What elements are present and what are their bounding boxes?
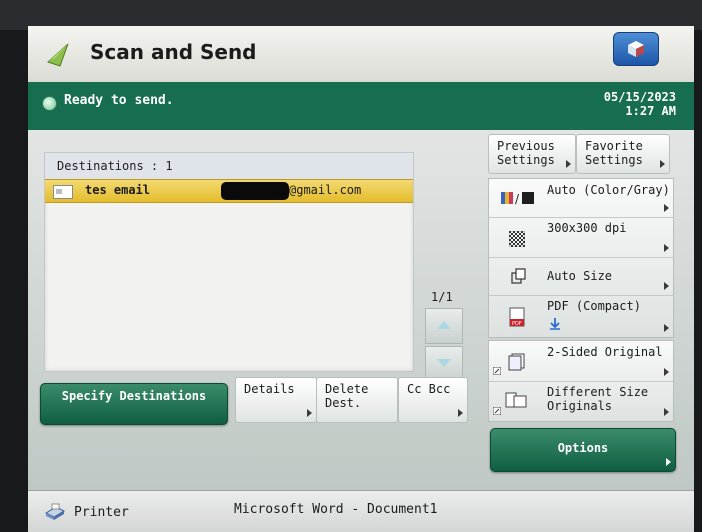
arrow-up-icon bbox=[437, 321, 451, 329]
chevron-right-icon bbox=[664, 408, 669, 416]
email-destination-icon bbox=[53, 185, 73, 199]
chevron-right-icon bbox=[566, 160, 571, 168]
destination-name: tes email bbox=[85, 183, 151, 197]
details-label: Details bbox=[244, 382, 295, 396]
resolution-icon bbox=[509, 231, 525, 247]
favorite-settings-button[interactable]: Favorite Settings bbox=[576, 134, 670, 174]
destination-row[interactable]: tes email @gmail.com bbox=[45, 179, 413, 203]
two-sided-icon bbox=[508, 353, 525, 371]
delete-destination-button[interactable]: Delete Dest. bbox=[316, 377, 398, 423]
current-document: Microsoft Word - Document1 bbox=[234, 502, 438, 517]
chevron-right-icon bbox=[660, 160, 665, 168]
date-text: 05/15/2023 bbox=[603, 90, 676, 104]
status-message: Ready to send. bbox=[64, 93, 174, 108]
page-title: Scan and Send bbox=[90, 40, 257, 64]
options-button[interactable]: Options bbox=[490, 428, 676, 472]
corner-mark-icon bbox=[493, 407, 501, 415]
arrow-down-icon bbox=[437, 359, 451, 367]
different-size-setting[interactable]: Different Size Originals bbox=[489, 381, 673, 421]
chevron-right-icon bbox=[458, 409, 463, 417]
scroll-up-button[interactable] bbox=[425, 308, 463, 344]
scan-send-icon bbox=[47, 43, 69, 67]
chevron-right-icon bbox=[664, 324, 669, 332]
footer-bar: Printer Microsoft Word - Document1 bbox=[28, 490, 694, 532]
scan-size-icon bbox=[511, 268, 526, 284]
different-size-icon bbox=[505, 392, 527, 408]
page-indicator: 1/1 bbox=[431, 290, 453, 304]
two-sided-setting[interactable]: 2-Sided Original bbox=[489, 341, 673, 382]
download-icon bbox=[550, 318, 560, 330]
two-sided-value: 2-Sided Original bbox=[547, 345, 663, 359]
chevron-right-icon bbox=[307, 409, 312, 417]
resolution-setting[interactable]: 300x300 dpi bbox=[489, 217, 673, 258]
redacted-block bbox=[221, 182, 289, 200]
printer-icon[interactable] bbox=[44, 503, 66, 521]
favorite-settings-label: Favorite Settings bbox=[585, 139, 643, 167]
chevron-right-icon bbox=[664, 204, 669, 212]
original-settings-panel: 2-Sided Original Different Size Original… bbox=[488, 340, 674, 422]
status-ready-icon bbox=[42, 96, 57, 111]
status-bar: Ready to send. 05/15/2023 1:27 AM bbox=[28, 82, 694, 130]
specify-destinations-button[interactable]: Specify Destinations bbox=[40, 383, 228, 425]
destination-count: Destinations : 1 bbox=[57, 159, 173, 173]
file-format-value: PDF (Compact) bbox=[547, 299, 641, 313]
specify-destinations-label: Specify Destinations bbox=[61, 389, 207, 403]
destination-list: Destinations : 1 tes email @gmail.com bbox=[44, 152, 414, 372]
title-bar: Scan and Send bbox=[28, 26, 694, 82]
destination-address: @gmail.com bbox=[289, 183, 362, 197]
scan-size-value: Auto Size bbox=[547, 269, 613, 283]
time-text: 1:27 AM bbox=[625, 104, 676, 118]
previous-settings-label: Previous Settings bbox=[497, 139, 555, 167]
resolution-value: 300x300 dpi bbox=[547, 221, 627, 235]
file-format-setting[interactable]: PDF PDF (Compact) bbox=[489, 295, 673, 337]
pdf-file-icon: PDF bbox=[509, 307, 525, 327]
details-button[interactable]: Details bbox=[235, 377, 317, 423]
different-size-value: Different Size Originals bbox=[547, 385, 649, 413]
options-label: Options bbox=[557, 441, 609, 455]
chevron-right-icon bbox=[664, 244, 669, 252]
chevron-right-icon bbox=[666, 458, 671, 466]
destination-header: Destinations : 1 bbox=[45, 153, 413, 179]
main-menu-button[interactable] bbox=[613, 32, 659, 66]
svg-text:PDF: PDF bbox=[512, 321, 522, 327]
color-mode-setting[interactable]: / Auto (Color/Gray) bbox=[489, 179, 673, 218]
chevron-right-icon bbox=[664, 368, 669, 376]
svg-text:/: / bbox=[515, 192, 520, 205]
cc-bcc-label: Cc Bcc bbox=[407, 382, 451, 396]
scan-settings-panel: / Auto (Color/Gray) 300x300 dpi Auto Siz… bbox=[488, 178, 674, 338]
delete-destination-label: Delete Dest. bbox=[325, 382, 369, 410]
chevron-right-icon bbox=[664, 282, 669, 290]
color-mode-value: Auto (Color/Gray) bbox=[547, 183, 670, 197]
cc-bcc-button[interactable]: Cc Bcc bbox=[398, 377, 468, 423]
date-time: 05/15/2023 1:27 AM bbox=[604, 90, 676, 118]
printer-label[interactable]: Printer bbox=[74, 505, 129, 520]
previous-settings-button[interactable]: Previous Settings bbox=[488, 134, 576, 174]
color-mode-icon: / bbox=[501, 192, 534, 205]
touch-screen: Scan and Send Ready to send. 05/15/2023 … bbox=[28, 26, 694, 532]
scan-size-setting[interactable]: Auto Size bbox=[489, 257, 673, 296]
corner-mark-icon bbox=[493, 367, 501, 375]
cube-icon bbox=[628, 41, 644, 57]
